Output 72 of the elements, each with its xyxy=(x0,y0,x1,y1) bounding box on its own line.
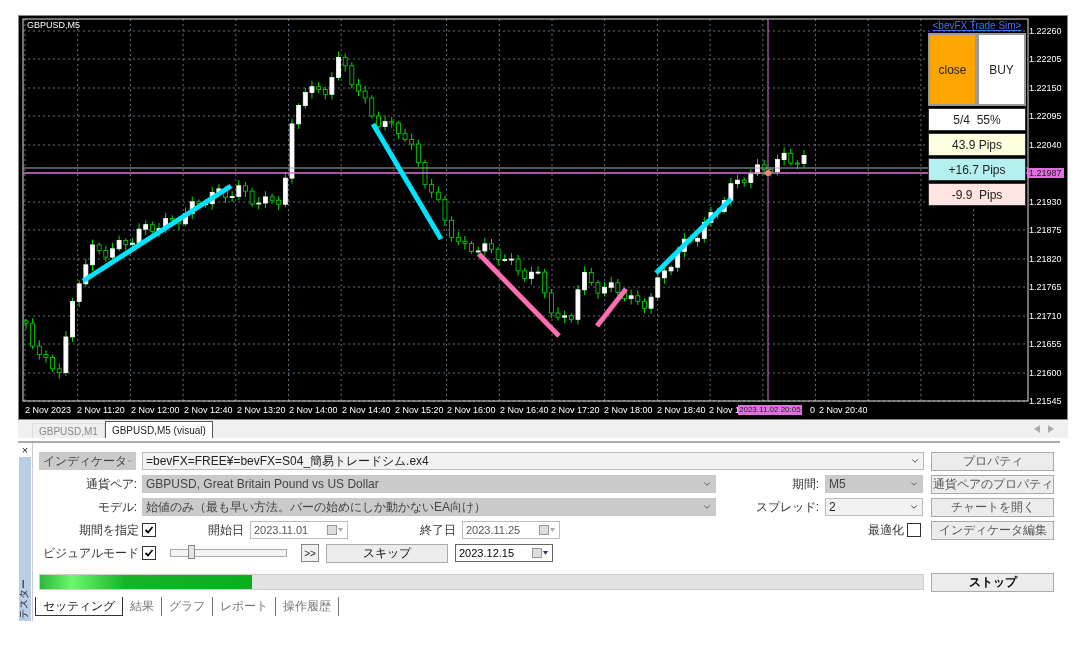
checkbox[interactable] xyxy=(142,523,156,537)
stop-button[interactable]: ストップ xyxy=(931,572,1054,592)
price-label: 1.21600 xyxy=(1029,368,1062,378)
time-label: 2 Nov 16:40 xyxy=(500,405,549,415)
skip-button[interactable]: スキップ xyxy=(326,543,448,563)
field-label: 終了日 xyxy=(420,521,456,539)
close-button[interactable]: × xyxy=(21,443,29,457)
field-label: 期間: xyxy=(790,475,819,493)
checkbox-label: 期間を指定 xyxy=(78,521,139,539)
time-label: 2 Nov 16:00 xyxy=(447,405,496,415)
close-button[interactable]: close xyxy=(928,33,977,106)
price-label: 1.22040 xyxy=(1029,140,1062,150)
chart-tab[interactable]: GBPUSD,M5 (visual) xyxy=(104,421,213,438)
current-price-label: 1.21987 xyxy=(1027,168,1064,178)
checkbox[interactable] xyxy=(142,546,156,560)
tester-tab[interactable]: 結果 xyxy=(123,597,162,616)
price-label: 1.21875 xyxy=(1029,225,1062,235)
tester-tab[interactable]: 操作履歴 xyxy=(276,597,339,616)
price-label: 1.21655 xyxy=(1029,339,1062,349)
panel-title: <bevFX Trade Sim> xyxy=(931,20,1023,31)
field-label: 開始日 xyxy=(208,521,244,539)
date-field[interactable]: 2023.12.15 xyxy=(455,544,553,562)
time-label: 2 Nov 12:40 xyxy=(184,405,233,415)
price-label: 1.21820 xyxy=(1029,254,1062,264)
time-label: 2 Nov 11:20 xyxy=(77,405,125,415)
time-label: 2 Nov 14:00 xyxy=(289,405,338,415)
scroll-right-icon[interactable] xyxy=(1048,425,1054,433)
field-label: スプレッド: xyxy=(754,498,819,516)
time-label: 2 Nov 15:20 xyxy=(395,405,444,415)
price-label: 1.21710 xyxy=(1029,311,1062,321)
caret-icon[interactable] xyxy=(910,456,920,466)
time-label: 2 Nov 14:40 xyxy=(342,405,391,415)
scroll-left-icon[interactable] xyxy=(1034,425,1040,433)
crosshair-marker xyxy=(765,170,771,176)
price-label: 1.21930 xyxy=(1029,197,1062,207)
calendar-icon[interactable] xyxy=(532,548,549,558)
caret-icon[interactable] xyxy=(909,502,919,512)
time-label: 2 Nov 18:00 xyxy=(604,405,653,415)
slider-thumb[interactable] xyxy=(187,545,195,559)
time-label: 2 Nov 17:20 xyxy=(551,405,600,415)
time-label: 2 Nov 2023 xyxy=(25,405,72,415)
chart-symbol: GBPUSD,M5 xyxy=(27,20,80,30)
tester-tab[interactable]: レポート xyxy=(213,597,276,616)
spread-select[interactable]: 2 xyxy=(825,498,923,516)
stat-box: 5/4 55% xyxy=(928,108,1026,131)
time-label: 2 Nov 18:40 xyxy=(657,405,706,415)
field-label: モデル: xyxy=(96,498,137,516)
trend-line xyxy=(595,287,628,328)
checkbox-label: ビジュアルモード xyxy=(42,544,139,562)
checkbox[interactable] xyxy=(907,523,921,537)
time-label: 2 Nov 12:00 xyxy=(131,405,180,415)
tester-tab[interactable]: グラフ xyxy=(162,597,213,616)
program-select[interactable]: =bevFX=FREE¥=bevFX=S04_簡易トレードシム.ex4 xyxy=(142,452,924,470)
fast-forward-button[interactable]: >> xyxy=(301,544,319,562)
time-label: 2 Nov 13:20 xyxy=(237,405,286,415)
stat-box: +16.7 Pips xyxy=(928,158,1026,181)
buy-button[interactable]: BUY xyxy=(977,33,1026,106)
price-label: 1.22095 xyxy=(1029,111,1062,121)
time-label: 2 Nov 20:40 xyxy=(819,405,868,415)
stat-box: -9.9 Pips xyxy=(928,183,1026,206)
time-label: 0 xyxy=(810,405,815,415)
price-label: 1.21545 xyxy=(1029,396,1062,406)
price-label: 1.22260 xyxy=(1029,26,1062,36)
side-title: テスター xyxy=(17,579,30,619)
cursor-time-label: 2023.11.02 20:05 xyxy=(738,405,802,415)
field-label: 通貨ペア: xyxy=(84,475,137,493)
stat-box: 43.9 Pips xyxy=(928,133,1026,156)
tester-tab[interactable]: セッティング xyxy=(35,597,123,616)
price-label: 1.22150 xyxy=(1029,83,1062,93)
checkbox-label: 最適化 xyxy=(868,521,904,539)
price-label: 1.21765 xyxy=(1029,282,1062,292)
price-label: 1.22205 xyxy=(1029,54,1062,64)
